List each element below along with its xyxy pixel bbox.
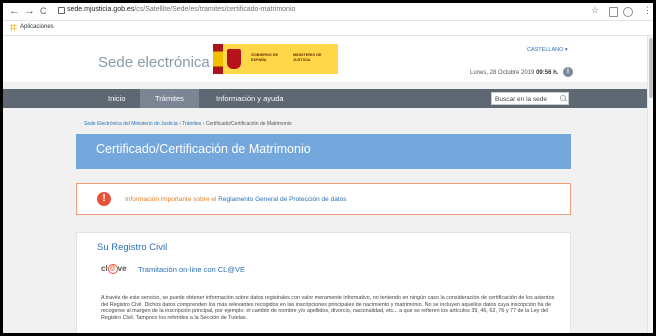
gov-text-gobierno: GOBIERNO DE ESPAÑA (251, 53, 279, 62)
site-header: Sede electrónica GOBIERNO DE ESPAÑA MINI… (3, 36, 647, 82)
extension-icon[interactable] (609, 7, 618, 17)
registro-title: Su Registro Civil (97, 242, 168, 253)
registro-description: A través de este servicio, se puede obte… (101, 295, 555, 321)
nav-item-tramites[interactable]: Trámites (140, 89, 199, 108)
breadcrumb-separator: › (202, 121, 205, 127)
reload-icon[interactable]: C (40, 5, 47, 17)
page-scrollbar[interactable] (647, 36, 653, 333)
date-time: Lunes, 28 Octubre 2019 09:56 h. (470, 70, 558, 76)
search-input[interactable] (495, 94, 553, 104)
bookmarks-bar: Aplicaciones (3, 21, 653, 36)
language-selector[interactable]: CASTELLANO ▾ (527, 47, 568, 53)
address-bar[interactable]: sede.mjusticia.gob.es/cs/Satellite/Sede/… (67, 6, 295, 13)
apps-grid-icon[interactable] (10, 24, 17, 31)
time-text: 09:56 h. (536, 70, 559, 76)
url-path: /cs/Satellite/Sede/es/tramites/certifica… (134, 6, 296, 13)
forward-icon[interactable]: → (24, 5, 35, 17)
site-search (491, 92, 569, 105)
search-icon[interactable] (560, 95, 566, 101)
registro-civil-card: Su Registro Civil cl @ ve Tramitación on-l… (76, 232, 571, 333)
site-title[interactable]: Sede electrónica (98, 54, 210, 71)
url-host: sede.mjusticia.gob.es (67, 6, 135, 13)
gov-text-ministerio: MINISTERIO DE JUSTICIA (293, 53, 322, 62)
breadcrumb-link-sede[interactable]: Sede Electrónica del Ministerio de Justi… (84, 121, 178, 127)
main-navigation: Inicio Trámites Información y ayuda (3, 89, 647, 108)
scrollbar-thumb[interactable] (649, 38, 653, 98)
clave-logo-at: @ (107, 263, 118, 274)
nav-item-inicio[interactable]: Inicio (98, 89, 136, 108)
breadcrumb-separator: › (179, 121, 181, 127)
breadcrumb-link-tramites[interactable]: Trámites (182, 121, 201, 127)
page-title: Certificado/Certificación de Matrimonio (96, 142, 311, 156)
info-icon[interactable]: i (563, 67, 573, 77)
browser-toolbar: ← → C sede.mjusticia.gob.es/cs/Satellite… (3, 3, 653, 21)
important-info-alert: ! Información importante sobre el Reglam… (76, 183, 571, 215)
browser-menu-icon[interactable]: ⋮ (643, 5, 652, 16)
flag-icon (213, 44, 223, 74)
back-icon[interactable]: ← (9, 5, 20, 17)
clave-logo[interactable]: cl @ ve (101, 263, 131, 275)
clave-tramitacion-link[interactable]: Tramitación on-line con CL@VE (138, 265, 245, 274)
page-title-banner: Certificado/Certificación de Matrimonio (76, 134, 571, 169)
rgpd-link[interactable]: Reglamento General de Protección de dato… (218, 196, 346, 203)
coat-of-arms-icon (227, 49, 241, 69)
nav-item-informacion[interactable]: Información y ayuda (206, 89, 294, 108)
profile-icon[interactable] (623, 7, 633, 17)
breadcrumb: Sede Electrónica del Ministerio de Justi… (84, 121, 292, 127)
gobierno-logo[interactable]: GOBIERNO DE ESPAÑA MINISTERIO DE JUSTICI… (213, 44, 338, 74)
clave-logo-start: cl (101, 264, 108, 273)
bookmark-star-icon[interactable]: ☆ (591, 5, 599, 16)
web-page: Sede electrónica GOBIERNO DE ESPAÑA MINI… (3, 36, 647, 333)
date-text: Lunes, 28 Octubre 2019 (470, 70, 535, 76)
exclamation-icon: ! (97, 192, 111, 206)
apps-bookmark[interactable]: Aplicaciones (20, 24, 54, 30)
lock-icon (58, 7, 65, 14)
alert-message: Información importante sobre el Reglamen… (125, 196, 347, 203)
breadcrumb-current: Certificado/Certificación de Matrimonio (205, 121, 292, 127)
browser-window: ← → C sede.mjusticia.gob.es/cs/Satellite… (3, 3, 653, 333)
clave-logo-end: ve (117, 264, 127, 273)
alert-text: Información importante sobre el (125, 196, 217, 203)
